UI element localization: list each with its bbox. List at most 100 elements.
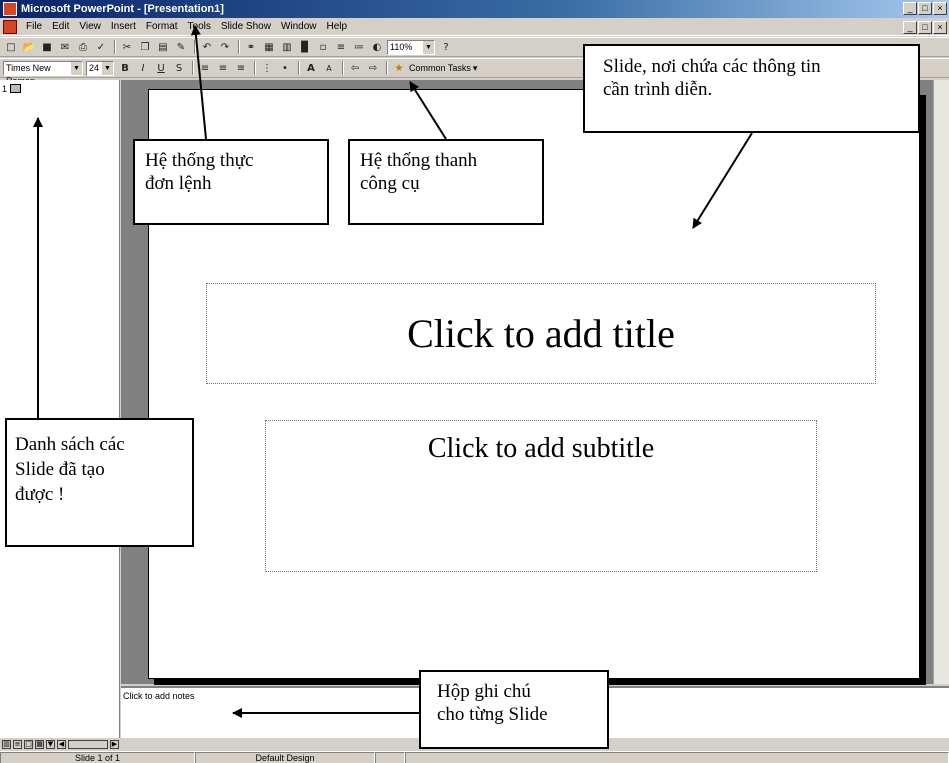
callout-toolbar-system: Hệ thống thanh công cụ <box>348 139 544 225</box>
chevron-down-icon[interactable]: ▼ <box>423 40 434 54</box>
callout-slide-list: Danh sách các Slide đã tạo được ! <box>5 418 194 547</box>
toolbar-separator <box>238 40 240 54</box>
insert-chart-icon[interactable]: ▉ <box>297 39 313 55</box>
new-slide-icon[interactable]: ▫ <box>315 39 331 55</box>
new-icon[interactable]: □ <box>3 39 19 55</box>
status-blank-cell <box>405 752 949 763</box>
paste-icon[interactable]: ▤ <box>155 39 171 55</box>
menu-insert[interactable]: Insert <box>106 21 141 32</box>
font-size-select[interactable]: 24 ▼ <box>86 60 114 76</box>
menu-slide-show[interactable]: Slide Show <box>216 21 276 32</box>
menu-view[interactable]: View <box>74 21 106 32</box>
minimize-button[interactable]: _ <box>903 2 917 15</box>
decrease-font-size-button[interactable]: A <box>321 60 337 76</box>
subtitle-placeholder[interactable]: Click to add subtitle <box>265 420 817 572</box>
doc-minimize-button[interactable]: _ <box>903 21 917 34</box>
callout-line: Hộp ghi chú <box>437 681 531 702</box>
slide-show-icon[interactable]: ▼ <box>46 739 55 749</box>
design-name: Default Design <box>195 752 375 763</box>
callout-line: được ! <box>15 484 65 505</box>
slide-thumbnail-icon[interactable] <box>10 84 21 93</box>
align-right-icon[interactable]: ≡ <box>233 60 249 76</box>
view-buttons: ▥ ≡ □ ▦ ▼ ◀ ▶ <box>0 738 121 750</box>
outline-view-icon[interactable]: ≡ <box>13 739 22 749</box>
align-center-icon[interactable]: ≡ <box>215 60 231 76</box>
font-size-value: 24 <box>89 62 100 73</box>
menu-window[interactable]: Window <box>276 21 322 32</box>
callout-slide: Slide, nơi chứa các thông tin cần trình … <box>583 44 920 133</box>
title-placeholder[interactable]: Click to add title <box>206 283 876 384</box>
scroll-right-icon[interactable]: ▶ <box>110 739 119 749</box>
spelling-icon[interactable]: ✓ <box>93 39 109 55</box>
slide-list-pane[interactable]: 1 <box>0 80 120 738</box>
open-icon[interactable]: 📂 <box>21 39 37 55</box>
toolbar-separator <box>298 61 300 75</box>
menu-tools[interactable]: Tools <box>183 21 216 32</box>
title-bar: Microsoft PowerPoint - [Presentation1] _… <box>0 0 949 18</box>
redo-icon[interactable]: ↷ <box>217 39 233 55</box>
underline-button[interactable]: U <box>153 60 169 76</box>
close-button[interactable]: × <box>933 2 947 15</box>
grayscale-icon[interactable]: ◐ <box>369 39 385 55</box>
chevron-down-icon[interactable]: ▼ <box>71 61 82 75</box>
insert-table-icon[interactable]: ▥ <box>279 39 295 55</box>
bullets-icon[interactable]: • <box>277 60 293 76</box>
hyperlink-icon[interactable]: ⚭ <box>243 39 259 55</box>
slide-sorter-view-icon[interactable]: ▦ <box>35 739 44 749</box>
shadow-button[interactable]: S <box>171 60 187 76</box>
undo-icon[interactable]: ↶ <box>199 39 215 55</box>
cut-icon[interactable]: ✂ <box>119 39 135 55</box>
scroll-left-icon[interactable]: ◀ <box>57 739 66 749</box>
common-tasks-button[interactable]: Common Tasks <box>409 63 471 73</box>
slide-view-icon[interactable]: □ <box>24 739 33 749</box>
notes-placeholder[interactable]: Click to add notes <box>123 691 195 701</box>
toolbar-separator <box>114 40 116 54</box>
maximize-button[interactable]: □ <box>918 2 932 15</box>
format-painter-icon[interactable]: ✎ <box>173 39 189 55</box>
menu-format[interactable]: Format <box>141 21 183 32</box>
doc-close-button[interactable]: × <box>933 21 947 34</box>
toolbar-separator <box>194 40 196 54</box>
print-icon[interactable]: ⎙ <box>75 39 91 55</box>
toolbar-separator <box>342 61 344 75</box>
italic-button[interactable]: I <box>135 60 151 76</box>
save-icon[interactable]: ■ <box>39 39 55 55</box>
vertical-scrollbar[interactable] <box>933 80 949 684</box>
demote-icon[interactable]: ⇨ <box>365 60 381 76</box>
numbering-icon[interactable]: ⋮ <box>259 60 275 76</box>
zoom-select[interactable]: 110% ▼ <box>387 39 435 55</box>
callout-line: đơn lệnh <box>145 173 212 194</box>
document-icon[interactable] <box>3 19 17 34</box>
show-formatting-icon[interactable]: ≔ <box>351 39 367 55</box>
horizontal-scrollbar[interactable] <box>68 739 108 749</box>
status-blank-cell <box>375 752 405 763</box>
tables-borders-icon[interactable]: ▦ <box>261 39 277 55</box>
powerpoint-app-icon[interactable] <box>3 2 17 16</box>
menu-edit[interactable]: Edit <box>47 21 74 32</box>
window-controls: _ □ × <box>903 2 947 15</box>
callout-line: Hệ thống thanh <box>360 150 478 171</box>
window-title: Microsoft PowerPoint - [Presentation1] <box>21 3 224 15</box>
menu-file[interactable]: File <box>21 21 47 32</box>
promote-icon[interactable]: ⇦ <box>347 60 363 76</box>
toolbar-separator <box>254 61 256 75</box>
email-icon[interactable]: ✉ <box>57 39 73 55</box>
slide-number: 1 <box>2 84 8 94</box>
copy-icon[interactable]: ❐ <box>137 39 153 55</box>
expand-all-icon[interactable]: ≡ <box>333 39 349 55</box>
chevron-down-icon[interactable]: ▼ <box>102 61 113 75</box>
bold-button[interactable]: B <box>117 60 133 76</box>
common-tasks-icon[interactable]: ★ <box>391 60 407 76</box>
align-left-icon[interactable]: ≡ <box>197 60 213 76</box>
status-bar: Slide 1 of 1 Default Design <box>0 751 949 763</box>
callout-line: Slide đã tạo <box>15 459 105 480</box>
doc-restore-button[interactable]: □ <box>918 21 932 34</box>
toolbar-separator <box>386 61 388 75</box>
chevron-down-icon[interactable]: ▾ <box>473 63 478 74</box>
normal-view-icon[interactable]: ▥ <box>2 739 11 749</box>
help-icon[interactable]: ? <box>438 39 454 55</box>
font-name-select[interactable]: Times New Roman ▼ <box>3 60 83 86</box>
menu-help[interactable]: Help <box>322 21 353 32</box>
increase-font-size-button[interactable]: A <box>303 60 319 76</box>
callout-line: Danh sách các <box>15 434 125 455</box>
